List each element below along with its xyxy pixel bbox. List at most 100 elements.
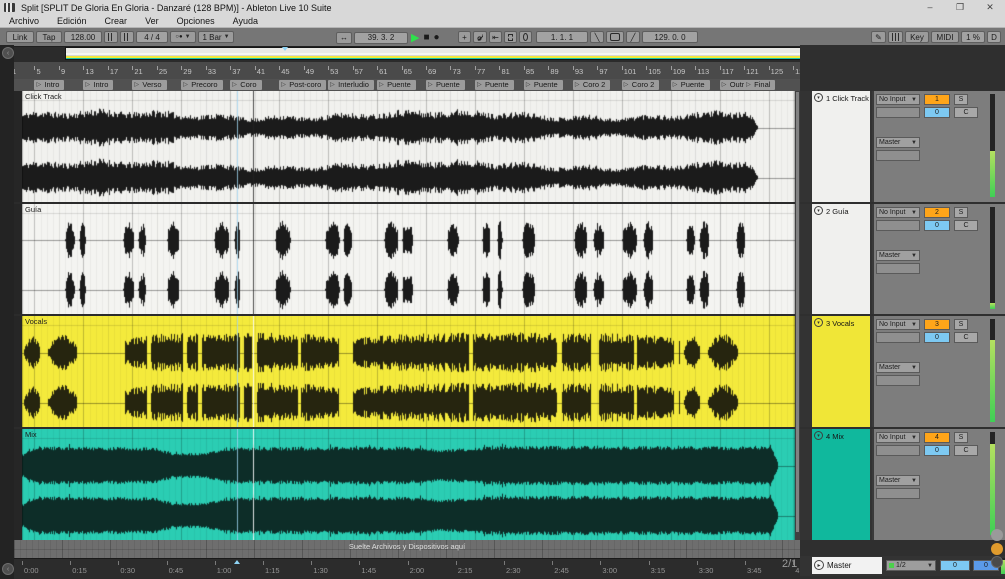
locator-lane[interactable]: Intro Intro Verso Precoro Coro Post-coroInter… [14,79,800,91]
tempo-field[interactable]: 128.00 [64,31,102,43]
locator-interludio[interactable]: Interludio [328,80,374,90]
unfold-track-icon[interactable]: ▾ [814,318,823,327]
maximize-button[interactable]: ❐ [945,0,975,15]
key-map-button[interactable]: Key [905,31,929,43]
show-browser-toggle[interactable]: ‹ [2,47,14,59]
track-volume-field[interactable]: 0 [924,220,950,231]
loop-start-field[interactable]: 1. 1. 1 [536,31,588,43]
locator-puente[interactable]: Puente [426,80,465,90]
pan-field[interactable]: C [954,332,978,343]
automation-arm-button[interactable] [473,31,487,43]
menu-item-archivo[interactable]: Archivo [0,15,48,27]
audio-clip-mix[interactable]: Mix [22,429,795,540]
menu-item-ayuda[interactable]: Ayuda [224,15,267,27]
input-chooser[interactable]: No Input▼ [876,94,920,105]
master-volume-field[interactable]: 0 [940,560,970,571]
input-chooser[interactable]: No Input▼ [876,319,920,330]
track-name-cell[interactable]: ▾2 Guía [812,204,870,314]
tap-tempo-button[interactable]: Tap [36,31,62,43]
master-fold-icon[interactable]: ▸ [814,560,824,570]
punch-in-button[interactable]: ╲ [590,31,604,43]
output-channel-chooser[interactable] [876,488,920,499]
show-info-toggle[interactable]: ‹ [2,563,14,575]
output-channel-chooser[interactable] [876,375,920,386]
arrangement-position-field[interactable]: 39. 3. 2 [354,32,408,44]
track-header-mix[interactable]: ▾4 MixNo Input▼Master▼4S0C [800,429,1005,540]
locator-puente[interactable]: Puente [524,80,563,90]
overview-visible-region[interactable] [65,47,885,60]
track-activator-button[interactable]: 3 [924,319,950,330]
output-chooser[interactable]: Master▼ [876,362,920,373]
unfold-track-icon[interactable]: ▾ [814,93,823,102]
pan-field[interactable]: C [954,107,978,118]
output-chooser[interactable]: Master▼ [876,137,920,148]
audio-clip-guía[interactable]: Guía [22,204,795,314]
audio-clip-click-track[interactable]: Click Track [22,91,795,202]
midi-map-button[interactable]: MIDI [931,31,959,43]
time-signature-field[interactable]: 4 / 4 [136,31,168,43]
back-to-arrangement-button[interactable]: ⇤ [489,31,502,43]
track-activator-button[interactable]: 1 [924,94,950,105]
menu-item-edicion[interactable]: Edición [48,15,96,27]
input-channel-chooser[interactable] [876,445,920,456]
input-chooser[interactable]: No Input▼ [876,207,920,218]
menu-item-crear[interactable]: Crear [96,15,137,27]
locator-intro[interactable]: Intro [83,80,113,90]
track-volume-field[interactable]: 0 [924,107,950,118]
track-header-vocals[interactable]: ▾3 VocalsNo Input▼Master▼3S0C [800,316,1005,427]
locator-verso[interactable]: Verso [132,80,166,90]
locator-coro[interactable]: Coro [230,80,261,90]
metronome-button[interactable]: ○●▼ [170,31,196,43]
master-name-cell[interactable]: ▸ Master [812,557,882,574]
computer-midi-keyboard-button[interactable] [888,31,903,43]
output-chooser[interactable]: Master▼ [876,475,920,486]
device-view-toggle[interactable] [991,556,1003,568]
pan-field[interactable]: C [954,220,978,231]
time-ruler[interactable]: 0:000:150:300:451:001:151:301:452:002:15… [14,558,800,578]
locator-post-coro[interactable]: Post-coro [279,80,326,90]
beat-time-ruler[interactable]: 1591317212529333741454953576165697377818… [14,62,800,80]
master-output-chooser[interactable]: 1/2 ▼ [886,560,936,571]
track-name-cell[interactable]: ▾1 Click Track [812,91,870,202]
record-button[interactable]: ● [433,32,441,43]
session-record-button[interactable] [519,31,532,43]
punch-out-button[interactable]: ╱ [626,31,640,43]
output-channel-chooser[interactable] [876,150,920,161]
track-volume-field[interactable]: 0 [924,332,950,343]
input-chooser[interactable]: No Input▼ [876,432,920,443]
input-channel-chooser[interactable] [876,107,920,118]
locator-puente[interactable]: Puente [475,80,514,90]
locator-coro-2[interactable]: Coro 2 [622,80,660,90]
solo-button[interactable]: S [954,207,968,218]
output-channel-chooser[interactable] [876,263,920,274]
locator-final[interactable]: Final [744,80,775,90]
input-channel-chooser[interactable] [876,332,920,343]
stop-button[interactable]: ■ [422,32,430,43]
audio-clip-vocals[interactable]: Vocals [22,316,795,427]
vertical-scrollbar-handle[interactable] [796,92,799,532]
arrangement-drop-zone[interactable]: Suelte Archivos y Dispositivos aquí [14,540,800,558]
close-button[interactable]: ✕ [975,0,1005,15]
unfold-track-icon[interactable]: ▾ [814,431,823,440]
track-header-guía[interactable]: ▾2 GuíaNo Input▼Master▼2S0C [800,204,1005,314]
reenable-automation-button[interactable]: + [458,31,471,43]
play-button[interactable]: ▶ [410,31,420,44]
loop-button[interactable] [606,31,624,43]
track-volume-field[interactable]: 0 [924,445,950,456]
output-chooser[interactable]: Master▼ [876,250,920,261]
locator-precoro[interactable]: Precoro [181,80,222,90]
input-channel-chooser[interactable] [876,220,920,231]
track-header-click-track[interactable]: ▾1 Click Track No Input▼ Master▼ 1S0C [800,91,1005,202]
locator-intro[interactable]: Intro [34,80,64,90]
solo-button[interactable]: S [954,94,968,105]
quantize-menu[interactable]: 1 Bar▼ [198,31,234,43]
follow-song-button[interactable]: ↔ [336,32,352,44]
link-button[interactable]: Link [6,31,34,43]
minimize-button[interactable]: – [915,0,945,15]
pan-field[interactable]: C [954,445,978,456]
loop-length-field[interactable]: 129. 0. 0 [642,31,698,43]
track-activator-button[interactable]: 4 [924,432,950,443]
menu-item-opciones[interactable]: Opciones [168,15,224,27]
note-view-toggle[interactable] [991,543,1003,555]
locator-coro-2[interactable]: Coro 2 [573,80,611,90]
